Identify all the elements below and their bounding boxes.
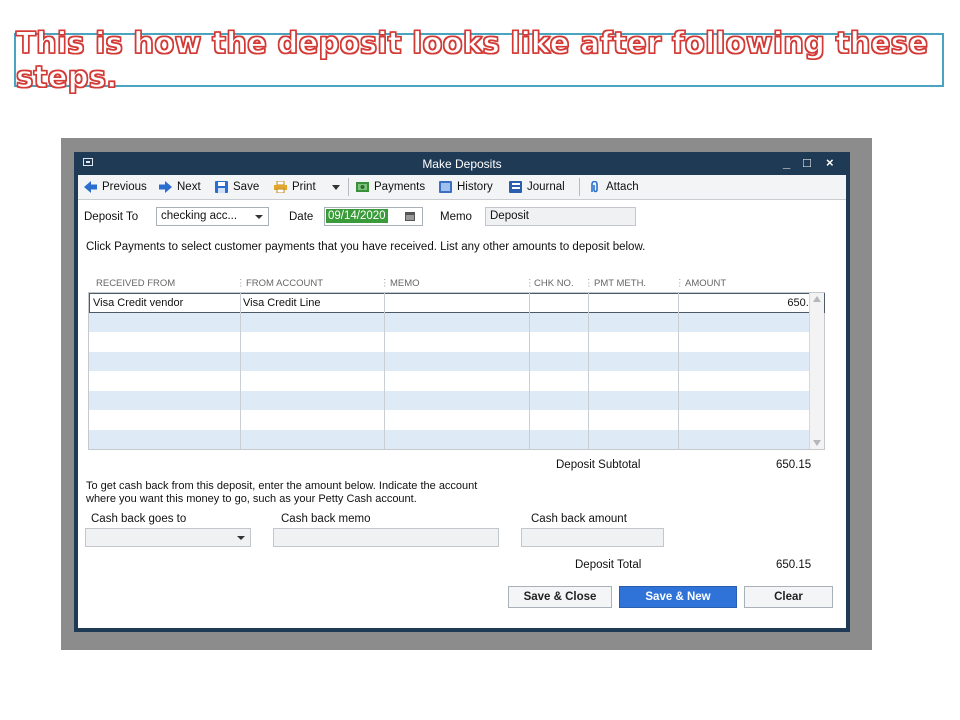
memo-value: Deposit [490, 210, 529, 222]
window-content: Previous Next Save Print Payments Histor… [78, 175, 846, 628]
cashback-amount-input[interactable] [521, 528, 664, 547]
print-label: Print [292, 181, 316, 193]
print-dropdown[interactable] [332, 179, 340, 195]
memo-input[interactable]: Deposit [485, 207, 636, 226]
cashback-memo-label: Cash back memo [281, 513, 371, 525]
chevron-down-icon [237, 536, 245, 540]
clear-button[interactable]: Clear [744, 586, 833, 608]
table-row[interactable] [89, 429, 824, 449]
payments-label: Payments [374, 181, 426, 193]
make-deposits-window: Make Deposits _ □ × Previous Next Save P… [74, 152, 850, 632]
next-label: Next [177, 181, 201, 193]
column-line [240, 293, 241, 449]
toolbar-divider [348, 178, 349, 196]
paperclip-icon [591, 181, 598, 193]
cashback-instructions-line1: To get cash back from this deposit, ente… [86, 480, 478, 492]
print-button[interactable]: Print [274, 179, 316, 195]
deposit-grid: RECEIVED FROM ⋮ FROM ACCOUNT ⋮ MEMO ⋮ CH… [88, 274, 825, 450]
scroll-down-icon[interactable] [813, 440, 821, 446]
column-amount[interactable]: AMOUNT [685, 278, 726, 289]
column-pmt-meth[interactable]: PMT METH. [594, 278, 646, 289]
maximize-button[interactable]: □ [803, 155, 811, 170]
window-title: Make Deposits [422, 157, 502, 171]
toolbar-divider [579, 178, 580, 196]
arrow-left-icon [84, 181, 97, 193]
column-received-from[interactable]: RECEIVED FROM [96, 278, 175, 289]
grid-scrollbar[interactable] [809, 293, 824, 449]
column-chk-no[interactable]: CHK NO. [534, 278, 574, 289]
arrow-right-icon [159, 181, 172, 193]
history-label: History [457, 181, 493, 193]
instructions-text: Click Payments to select customer paymen… [86, 241, 646, 253]
payments-button[interactable]: Payments [356, 179, 425, 195]
save-close-button[interactable]: Save & Close [508, 586, 612, 608]
save-button[interactable]: Save [215, 179, 259, 195]
column-line [529, 293, 530, 449]
cashback-instructions-line2: where you want this money to go, such as… [86, 493, 417, 505]
deposit-subtotal-label: Deposit Subtotal [556, 459, 641, 471]
previous-button[interactable]: Previous [84, 179, 147, 195]
deposit-to-dropdown[interactable]: checking acc... [156, 207, 269, 226]
cell-from-account[interactable]: Visa Credit Line [243, 297, 320, 309]
journal-label: Journal [527, 181, 565, 193]
column-divider: ⋮ [584, 278, 594, 289]
deposit-to-value: checking acc... [161, 210, 238, 222]
column-divider: ⋮ [380, 278, 390, 289]
instruction-banner: This is how the deposit looks like after… [14, 25, 944, 95]
table-row[interactable] [89, 312, 824, 332]
journal-icon [509, 181, 522, 193]
save-new-button[interactable]: Save & New [619, 586, 737, 608]
grid-header: RECEIVED FROM ⋮ FROM ACCOUNT ⋮ MEMO ⋮ CH… [88, 274, 825, 292]
column-line [384, 293, 385, 449]
history-icon [439, 181, 452, 193]
scroll-up-icon[interactable] [813, 296, 821, 302]
column-memo[interactable]: MEMO [390, 278, 420, 289]
attach-label: Attach [606, 181, 639, 193]
attach-button[interactable]: Attach [588, 179, 639, 195]
close-button[interactable]: × [826, 155, 834, 170]
banner-text: This is how the deposit looks like after… [15, 25, 929, 94]
payments-icon [356, 182, 369, 192]
title-bar: Make Deposits _ □ × [74, 152, 850, 175]
table-row[interactable] [89, 351, 824, 371]
chevron-down-icon [255, 215, 263, 219]
column-divider: ⋮ [675, 278, 685, 289]
cell-received-from[interactable]: Visa Credit vendor [93, 297, 183, 309]
toolbar: Previous Next Save Print Payments Histor… [78, 175, 846, 200]
cashback-amount-label: Cash back amount [531, 513, 627, 525]
table-row[interactable] [89, 410, 824, 430]
previous-label: Previous [102, 181, 147, 193]
cashback-goes-to-label: Cash back goes to [91, 513, 187, 525]
date-field[interactable]: 09/14/2020 [324, 207, 423, 226]
deposit-subtotal-value: 650.15 [776, 459, 812, 471]
printer-icon [274, 181, 287, 193]
column-from-account[interactable]: FROM ACCOUNT [246, 278, 323, 289]
deposit-total-value: 650.15 [776, 559, 812, 571]
date-label: Date [289, 211, 314, 223]
deposit-total-label: Deposit Total [575, 559, 642, 571]
calendar-icon[interactable] [405, 212, 415, 221]
cashback-account-dropdown[interactable] [85, 528, 251, 547]
table-row[interactable] [89, 390, 824, 410]
column-line [678, 293, 679, 449]
next-button[interactable]: Next [159, 179, 201, 195]
journal-button[interactable]: Journal [509, 179, 565, 195]
table-row[interactable] [89, 332, 824, 352]
date-value: 09/14/2020 [326, 209, 388, 223]
table-row[interactable]: Visa Credit vendor Visa Credit Line 650.… [89, 293, 825, 313]
table-row[interactable] [89, 371, 824, 391]
column-divider: ⋮ [236, 278, 246, 289]
deposit-to-label: Deposit To [84, 211, 139, 223]
grid-body: Visa Credit vendor Visa Credit Line 650.… [88, 292, 825, 450]
minimize-button[interactable]: _ [783, 155, 790, 170]
save-label: Save [233, 181, 260, 193]
memo-label: Memo [440, 211, 472, 223]
floppy-disk-icon [215, 181, 228, 193]
chevron-down-icon [332, 184, 340, 190]
cashback-memo-input[interactable] [273, 528, 499, 547]
history-button[interactable]: History [439, 179, 493, 195]
column-line [588, 293, 589, 449]
